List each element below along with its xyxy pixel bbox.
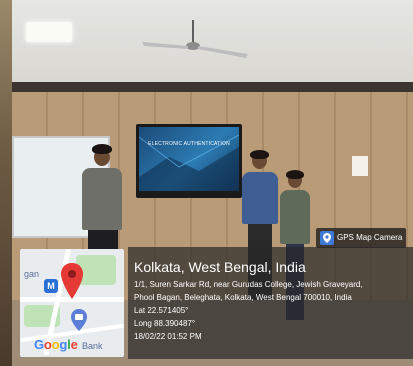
ceiling-fan [142, 20, 248, 58]
geotag-overlay: gan M Bank Google Kolkata, West Bengal, … [12, 247, 413, 366]
location-map: gan M Bank Google [20, 249, 124, 357]
location-title: Kolkata, West Bengal, India [134, 259, 306, 275]
ceiling-light [26, 22, 72, 42]
google-logo: Google [34, 337, 78, 352]
datetime: 18/02/22 01:52 PM [134, 332, 202, 341]
gps-map-camera-badge: GPS Map Camera [316, 228, 406, 248]
location-info-panel: Kolkata, West Bengal, India 1/1, Suren S… [128, 247, 413, 359]
metro-icon: M [44, 279, 58, 293]
poi-pin-icon [71, 309, 87, 331]
longitude: Long 88.390487° [134, 319, 196, 328]
tv-title: ELECTRONIC AUTHENTICATION [148, 141, 230, 147]
tv-display: ELECTRONIC AUTHENTICATION [136, 124, 242, 198]
map-pin-icon [61, 263, 83, 299]
address-line-1: 1/1, Suren Sarkar Rd, near Gurudas Colle… [134, 280, 363, 289]
map-label-bottom: Bank [82, 341, 103, 351]
wall-edge [0, 0, 12, 366]
camera-pin-icon [320, 231, 334, 245]
latitude: Lat 22.571405° [134, 306, 189, 315]
gps-badge-label: GPS Map Camera [337, 233, 403, 242]
map-label-top: gan [24, 269, 40, 279]
address-line-2: Phool Bagan, Beleghata, Kolkata, West Be… [134, 293, 352, 302]
tv-screen: ELECTRONIC AUTHENTICATION [139, 127, 239, 191]
wall-notice [352, 156, 368, 176]
wall-trim [12, 82, 413, 92]
